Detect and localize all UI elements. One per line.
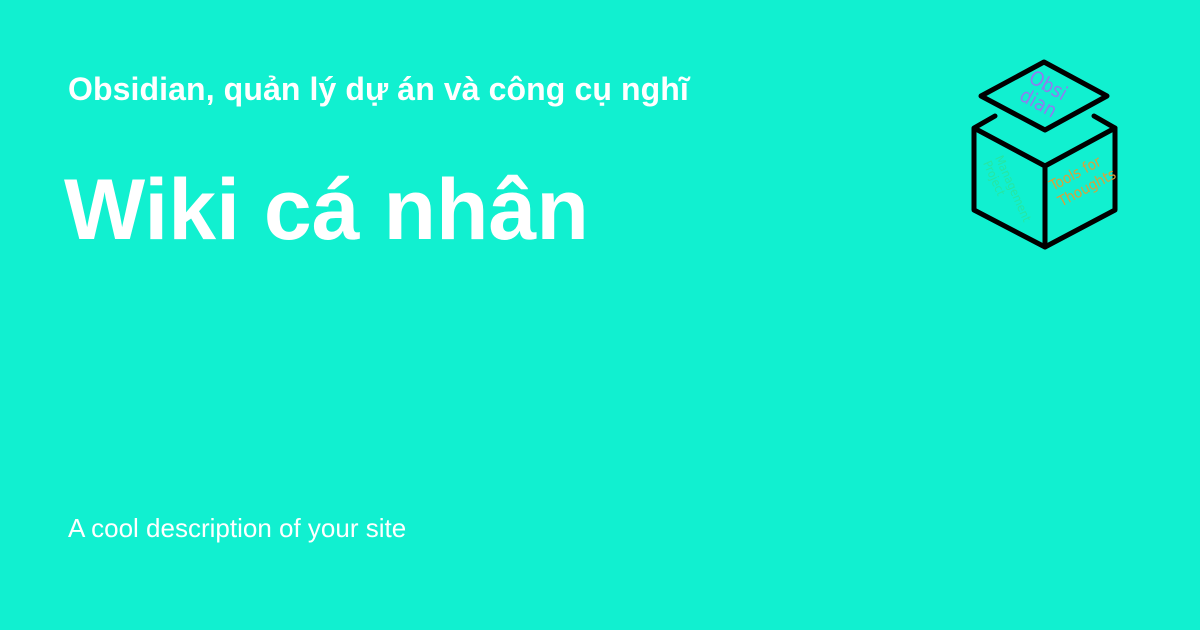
logo-top-right-stub	[1091, 113, 1118, 131]
obsidian-cube-logo-icon: Obsi dian Project Management Tools for T…	[965, 55, 1125, 255]
site-subtitle: Obsidian, quản lý dự án và công cụ nghĩ	[68, 71, 689, 107]
open-graph-card: Obsidian, quản lý dự án và công cụ nghĩ …	[0, 0, 1200, 630]
page-title: Wiki cá nhân	[64, 162, 589, 258]
site-description: A cool description of your site	[68, 513, 407, 543]
